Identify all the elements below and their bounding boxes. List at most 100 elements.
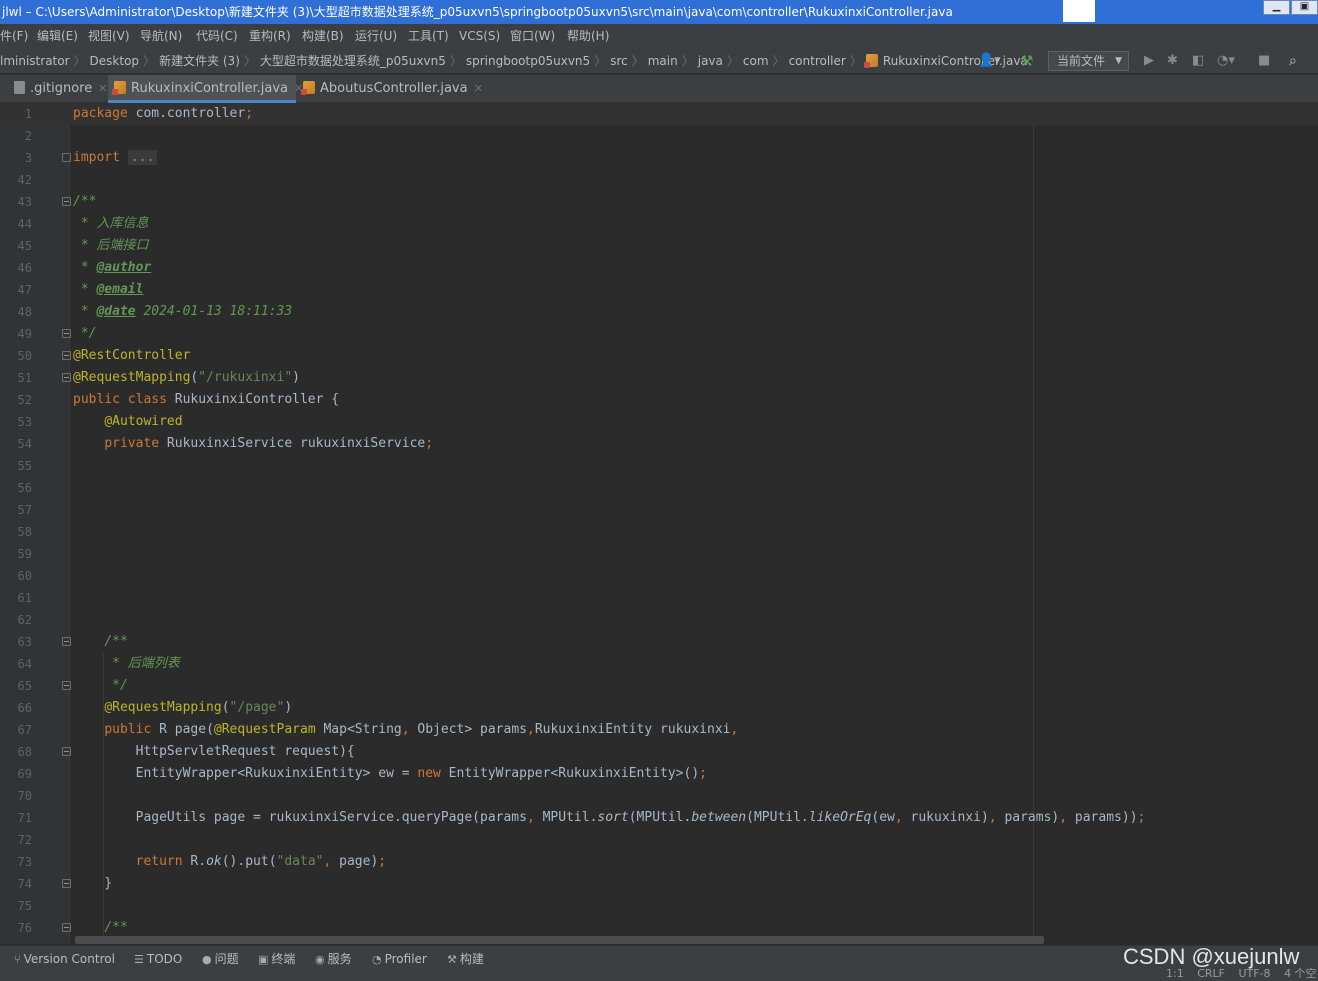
menu-vcs[interactable]: VCS(S) [459,24,500,48]
code-line[interactable]: 72 [0,829,1318,851]
breadcrumb-item[interactable]: lministrator [0,48,70,74]
tool-terminal[interactable]: ▣ 终端 [258,947,295,971]
code-line[interactable]: 74 } [0,873,1318,895]
fold-marker-icon[interactable] [62,197,71,206]
code-line[interactable]: 45 * 后端接口 [0,235,1318,257]
fold-marker-icon[interactable] [62,329,71,338]
menu-view[interactable]: 视图(V) [88,24,130,48]
hammer-icon[interactable]: ⚒ [1020,48,1033,74]
breadcrumb-item[interactable]: Desktop [90,48,140,74]
code-line[interactable]: 57 [0,499,1318,521]
search-icon[interactable]: ⌕ [1289,48,1297,74]
fold-marker-icon[interactable] [62,153,71,162]
code-line[interactable]: 51 @RequestMapping("/rukuxinxi") [0,367,1318,389]
code-line[interactable]: 75 [0,895,1318,917]
tool-services[interactable]: ◉ 服务 [315,947,352,971]
run-icon[interactable]: ▶ [1144,48,1154,74]
breadcrumb-file[interactable]: RukuxinxiController.java [863,48,1028,74]
tool-problems[interactable]: ● 问题 [202,947,239,971]
code-line[interactable]: 61 [0,587,1318,609]
run-configuration-select[interactable]: 当前文件 ▼ [1048,51,1129,71]
restore-button[interactable]: ▣ [1291,0,1318,15]
profile-icon[interactable]: ◔▾ [1217,48,1235,74]
fold-marker-icon[interactable] [62,351,71,360]
breadcrumb-item[interactable]: src [610,48,628,74]
profiler-icon: ◔ [372,953,382,966]
tool-todo[interactable]: ☰ TODO [134,947,182,971]
code-line[interactable]: 59 [0,543,1318,565]
code-line[interactable]: 48 * @date 2024-01-13 18:11:33 [0,301,1318,323]
breadcrumb-item[interactable]: com [743,48,769,74]
code-line[interactable]: 60 [0,565,1318,587]
code-line[interactable]: 62 [0,609,1318,631]
menu-help[interactable]: 帮助(H) [567,24,609,48]
stop-icon[interactable]: ■ [1258,48,1270,74]
code-line[interactable]: 46 * @author [0,257,1318,279]
code-line[interactable]: 70 [0,785,1318,807]
fold-marker-icon[interactable] [62,681,71,690]
code-line[interactable]: 67 public R page(@RequestParam Map<Strin… [0,719,1318,741]
menu-run[interactable]: 运行(U) [355,24,397,48]
tool-build[interactable]: ⚒ 构建 [447,947,484,971]
code-line[interactable]: 49 */ [0,323,1318,345]
horizontal-scrollbar[interactable] [75,936,1044,944]
menu-tools[interactable]: 工具(T) [408,24,449,48]
coverage-icon[interactable]: ◧ [1192,48,1204,74]
code-line[interactable]: 42 [0,169,1318,191]
menu-file[interactable]: 件(F) [0,24,28,48]
menu-build[interactable]: 构建(B) [302,24,344,48]
menu-refactor[interactable]: 重构(R) [249,24,291,48]
code-line[interactable]: 1 package com.controller; [0,103,1318,125]
tab-rukuxinxi-controller[interactable]: RukuxinxiController.java ✕ [108,75,303,103]
breadcrumb-item[interactable]: springbootp05uxvn5 [466,48,590,74]
caret-position[interactable]: 1:1 [1166,967,1184,980]
debug-icon[interactable]: ✱ [1167,48,1178,74]
code-line[interactable]: 54 private RukuxinxiService rukuxinxiSer… [0,433,1318,455]
code-line[interactable]: 55 [0,455,1318,477]
code-line[interactable]: 43 /** [0,191,1318,213]
code-line[interactable]: 71 PageUtils page = rukuxinxiService.que… [0,807,1318,829]
tab-gitignore[interactable]: .gitignore ✕ [8,75,107,103]
breadcrumb-item[interactable]: controller [789,48,846,74]
menu-code[interactable]: 代码(C) [196,24,238,48]
breadcrumb-item[interactable]: 大型超市数据处理系统_p05uxvn5 [260,48,446,74]
fold-marker-icon[interactable] [62,373,71,382]
code-line[interactable]: 63 /** [0,631,1318,653]
menu-window[interactable]: 窗口(W) [510,24,555,48]
code-line[interactable]: 2 [0,125,1318,147]
breadcrumb-item[interactable]: java [698,48,723,74]
code-line[interactable]: 73 return R.ok().put("data", page); [0,851,1318,873]
tool-profiler[interactable]: ◔ Profiler [372,947,427,971]
code-line[interactable]: 69 EntityWrapper<RukuxinxiEntity> ew = n… [0,763,1318,785]
close-icon[interactable]: ✕ [474,82,483,95]
code-line[interactable]: 44 * 入库信息 [0,213,1318,235]
code-line[interactable]: 68 HttpServletRequest request){ [0,741,1318,763]
fold-marker-icon[interactable] [62,879,71,888]
code-line[interactable]: 66 @RequestMapping("/page") [0,697,1318,719]
code-line[interactable]: 53 @Autowired [0,411,1318,433]
fold-marker-icon[interactable] [62,923,71,932]
code-line[interactable]: 47 * @email [0,279,1318,301]
person-icon[interactable]: 👤▾ [978,48,1001,74]
menu-navigate[interactable]: 导航(N) [140,24,182,48]
code-line[interactable]: 64 * 后端列表 [0,653,1318,675]
code-line[interactable]: 3 import ... [0,147,1318,169]
menu-edit[interactable]: 编辑(E) [37,24,78,48]
tab-aboutus-controller[interactable]: AboutusController.java ✕ [297,75,483,103]
code-line[interactable]: 50 @RestController [0,345,1318,367]
breadcrumb-item[interactable]: 新建文件夹 (3) [159,48,240,74]
line-separator[interactable]: CRLF [1197,967,1225,980]
code-line[interactable]: 56 [0,477,1318,499]
code-editor[interactable]: 1 package com.controller; 2 3 import ... 42 43… [0,103,1318,944]
file-encoding[interactable]: UTF-8 [1238,967,1270,980]
indent-setting[interactable]: 4 个空 [1284,967,1317,980]
fold-marker-icon[interactable] [62,747,71,756]
code-line[interactable]: 65 */ [0,675,1318,697]
fold-marker-icon[interactable] [62,637,71,646]
minimize-button[interactable]: ▁ [1263,0,1290,15]
code-line[interactable]: 58 [0,521,1318,543]
breadcrumb-item[interactable]: main [648,48,678,74]
tool-version-control[interactable]: ⑂ Version Control [14,947,115,971]
code-line[interactable]: 52 public class RukuxinxiController { [0,389,1318,411]
close-icon[interactable]: ✕ [98,82,107,95]
